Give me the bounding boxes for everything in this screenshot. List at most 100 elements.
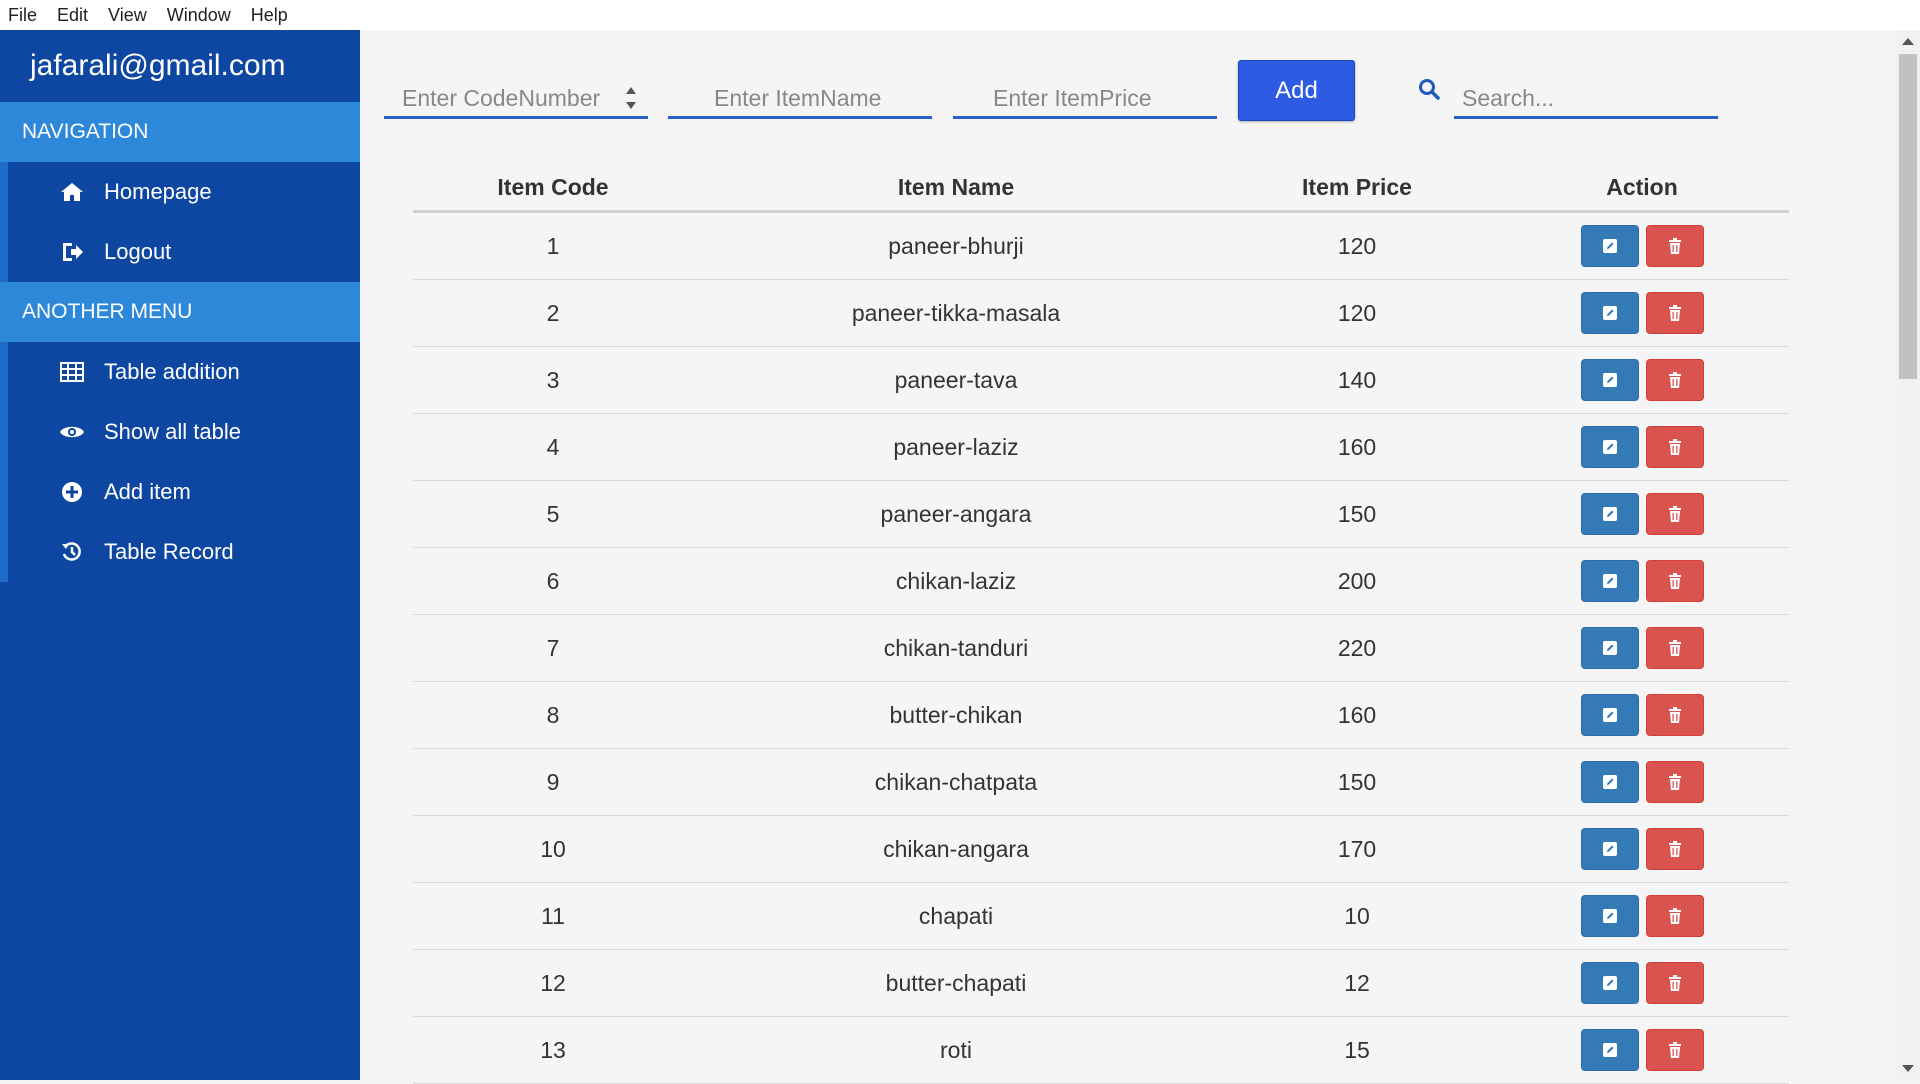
item-code-cell: 9 [413, 748, 693, 816]
table-row: 4 paneer-laziz 160 [413, 413, 1789, 481]
table-header-row: Item Code Item Name Item Price Action [413, 165, 1789, 213]
table-icon [58, 360, 86, 384]
edit-icon [1602, 975, 1618, 991]
item-code-cell: 4 [413, 413, 693, 481]
logout-icon [58, 240, 86, 264]
search-input[interactable] [1454, 82, 1718, 114]
edit-icon [1602, 707, 1618, 723]
edit-icon [1602, 238, 1618, 254]
item-name-cell: paneer-angara [693, 480, 1219, 548]
item-price-cell: 120 [1219, 211, 1495, 280]
sidebar-item-label: Table Record [104, 539, 234, 564]
row-actions [1580, 225, 1704, 267]
table-row: 7 chikan-tanduri 220 [413, 614, 1789, 682]
sidebar-item-logout[interactable]: Logout [8, 222, 360, 282]
item-code-cell: 5 [413, 480, 693, 548]
item-name-cell: paneer-tava [693, 346, 1219, 414]
item-code-cell: 13 [413, 1016, 693, 1084]
edit-button[interactable] [1580, 560, 1639, 602]
edit-button[interactable] [1580, 225, 1639, 267]
edit-button[interactable] [1580, 828, 1639, 870]
delete-button[interactable] [1645, 493, 1704, 535]
action-cell [1495, 815, 1789, 883]
delete-button[interactable] [1645, 359, 1704, 401]
sidebar-item-label: Show all table [104, 419, 241, 444]
edit-button[interactable] [1580, 359, 1639, 401]
scroll-down-icon[interactable] [1902, 1065, 1914, 1072]
delete-button[interactable] [1645, 1029, 1704, 1071]
sidebar-item-homepage[interactable]: Homepage [8, 162, 360, 222]
delete-button[interactable] [1645, 895, 1704, 937]
action-cell [1495, 1016, 1789, 1084]
trash-icon [1668, 841, 1682, 857]
delete-button[interactable] [1645, 560, 1704, 602]
menu-window[interactable]: Window [157, 5, 241, 26]
action-cell [1495, 949, 1789, 1017]
sidebar-item-table-addition[interactable]: Table addition [8, 342, 360, 402]
number-spinner-icon[interactable] [624, 84, 638, 112]
edit-button[interactable] [1580, 292, 1639, 334]
item-name-cell: roti [693, 1016, 1219, 1084]
edit-button[interactable] [1580, 761, 1639, 803]
action-cell [1495, 279, 1789, 347]
sidebar-item-label: Table addition [104, 359, 240, 384]
action-cell [1495, 547, 1789, 615]
delete-button[interactable] [1645, 694, 1704, 736]
row-actions [1580, 761, 1704, 803]
delete-button[interactable] [1645, 225, 1704, 267]
item-name-cell: chikan-tanduri [693, 614, 1219, 682]
edit-icon [1602, 305, 1618, 321]
item-code-cell: 12 [413, 949, 693, 1017]
delete-button[interactable] [1645, 426, 1704, 468]
menu-file[interactable]: File [0, 5, 47, 26]
sidebar-item-table-record[interactable]: Table Record [8, 522, 360, 582]
row-actions [1580, 292, 1704, 334]
delete-button[interactable] [1645, 292, 1704, 334]
item-code-cell: 8 [413, 681, 693, 749]
section-navigation: Homepage Logout [0, 162, 360, 282]
edit-icon [1602, 506, 1618, 522]
edit-button[interactable] [1580, 1029, 1639, 1071]
edit-button[interactable] [1580, 627, 1639, 669]
table-row: 6 chikan-laziz 200 [413, 547, 1789, 615]
code-number-input[interactable] [384, 82, 648, 114]
table-row: 10 chikan-angara 170 [413, 815, 1789, 883]
sidebar-item-add-item[interactable]: Add item [8, 462, 360, 522]
delete-button[interactable] [1645, 761, 1704, 803]
menu-help[interactable]: Help [241, 5, 298, 26]
sidebar-item-show-all-table[interactable]: Show all table [8, 402, 360, 462]
vertical-scrollbar[interactable] [1896, 30, 1920, 1080]
search-field [1454, 82, 1718, 119]
row-actions [1580, 828, 1704, 870]
edit-button[interactable] [1580, 493, 1639, 535]
trash-icon [1668, 506, 1682, 522]
row-actions [1580, 962, 1704, 1004]
edit-icon [1602, 573, 1618, 589]
table-row: 1 paneer-bhurji 120 [413, 211, 1789, 280]
add-button[interactable]: Add [1238, 60, 1355, 121]
scroll-up-icon[interactable] [1902, 38, 1914, 45]
header-item-name: Item Name [693, 165, 1219, 213]
edit-button[interactable] [1580, 962, 1639, 1004]
menu-view[interactable]: View [98, 5, 157, 26]
item-name-input[interactable] [668, 82, 932, 114]
delete-button[interactable] [1645, 962, 1704, 1004]
table-row: 13 roti 15 [413, 1016, 1789, 1084]
item-name-cell: paneer-laziz [693, 413, 1219, 481]
scrollbar-thumb[interactable] [1899, 54, 1917, 379]
table-row: 9 chikan-chatpata 150 [413, 748, 1789, 816]
edit-button[interactable] [1580, 895, 1639, 937]
edit-button[interactable] [1580, 694, 1639, 736]
edit-button[interactable] [1580, 426, 1639, 468]
item-price-cell: 120 [1219, 279, 1495, 347]
delete-button[interactable] [1645, 828, 1704, 870]
action-cell [1495, 882, 1789, 950]
menu-edit[interactable]: Edit [47, 5, 98, 26]
sidebar-item-label: Logout [104, 239, 172, 264]
item-code-cell: 1 [413, 211, 693, 280]
item-price-input[interactable] [953, 82, 1217, 114]
item-price-cell: 140 [1219, 346, 1495, 414]
item-code-cell: 6 [413, 547, 693, 615]
item-name-field [668, 82, 932, 119]
delete-button[interactable] [1645, 627, 1704, 669]
